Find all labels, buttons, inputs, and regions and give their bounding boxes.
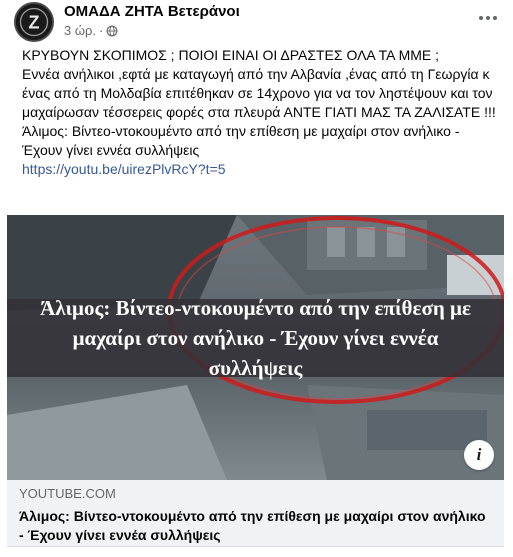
globe-icon[interactable]: [106, 25, 118, 37]
video-title-banner: Άλιμος: Βίντεο-ντοκουμέντο από την επίθε…: [7, 296, 504, 380]
link-domain: YOUTUBE.COM: [19, 486, 116, 501]
post-meta: 3 ώρ. ·: [64, 23, 118, 38]
zeta-logo: Z: [16, 4, 52, 40]
post-header: Z ΟΜΑΔΑ ΖΗΤΑ Βετεράνοι 3 ώρ. ·: [14, 2, 504, 42]
page-avatar[interactable]: Z: [14, 2, 54, 42]
info-icon[interactable]: i: [464, 440, 494, 470]
avatar-letter: Z: [29, 12, 40, 32]
post-youtube-link[interactable]: https://youtu.be/uirezPlvRcY?t=5: [22, 160, 502, 179]
info-icon-glyph: i: [476, 445, 482, 464]
post-body-text: ΚΡΥΒΟΥΝ ΣΚΟΠΙΜΟΣ ; ΠΟΙΟΙ ΕΙΝΑΙ ΟΙ ΔΡΑΣΤΕ…: [22, 47, 496, 158]
link-title[interactable]: Άλιμος: Βίντεο-ντοκουμέντο από την επίθε…: [19, 507, 492, 545]
meta-separator: ·: [99, 23, 104, 38]
banner-text: Άλιμος: Βίντεο-ντοκουμέντο από την επίθε…: [40, 296, 471, 380]
link-preview-footer[interactable]: YOUTUBE.COM Άλιμος: Βίντεο-ντοκουμέντο α…: [7, 480, 504, 547]
post-timestamp[interactable]: 3 ώρ.: [64, 23, 96, 38]
page-name-link[interactable]: ΟΜΑΔΑ ΖΗΤΑ Βετεράνοι: [64, 3, 240, 20]
facebook-post: Z ΟΜΑΔΑ ΖΗΤΑ Βετεράνοι 3 ώρ. · ΚΡΥΒΟΥΝ Σ…: [0, 0, 513, 557]
link-preview-image[interactable]: Άλιμος: Βίντεο-ντοκουμέντο από την επίθε…: [7, 215, 504, 480]
more-horizontal-icon[interactable]: [472, 6, 504, 30]
post-message: ΚΡΥΒΟΥΝ ΣΚΟΠΙΜΟΣ ; ΠΟΙΟΙ ΕΙΝΑΙ ΟΙ ΔΡΑΣΤΕ…: [22, 46, 502, 179]
